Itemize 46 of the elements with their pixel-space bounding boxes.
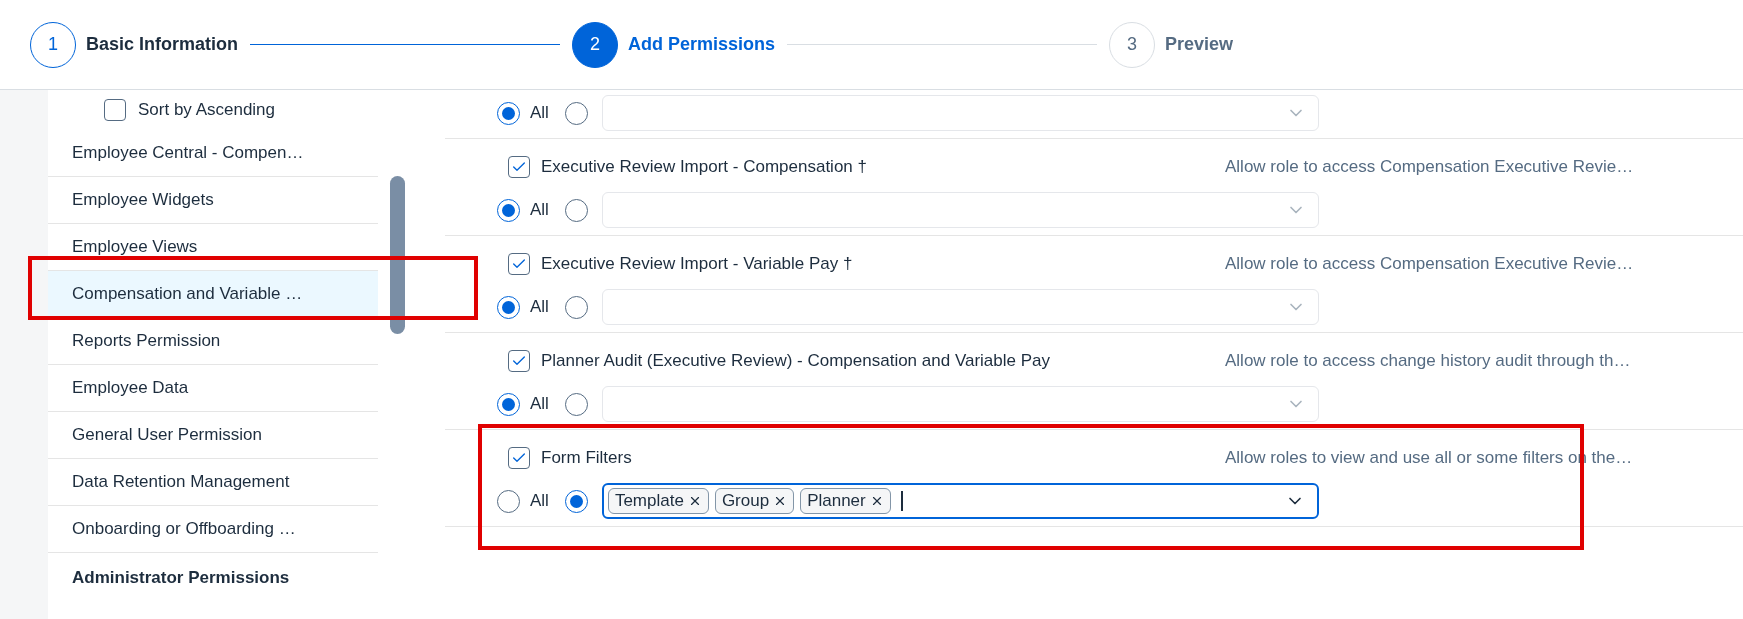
token-chip[interactable]: Template	[607, 488, 709, 514]
radio-button[interactable]	[564, 392, 588, 416]
radio-button[interactable]	[497, 392, 520, 416]
value-field[interactable]	[601, 192, 1319, 228]
permission-title: Planner Audit (Executive Review) - Compensation and Variable Pay	[541, 350, 1050, 373]
value-field[interactable]	[601, 95, 1319, 131]
radio-button[interactable]	[497, 489, 520, 513]
value-field[interactable]	[601, 386, 1319, 422]
permission-description: Allow role to access change history audit through th…	[1225, 350, 1631, 373]
checkbox[interactable]	[508, 156, 530, 178]
radio-button[interactable]	[497, 198, 520, 222]
radio-label: All	[530, 296, 549, 319]
text-cursor	[900, 491, 903, 511]
checkbox[interactable]	[508, 447, 530, 469]
radio-label: All	[530, 102, 549, 125]
value-field[interactable]	[601, 289, 1319, 325]
radio-button[interactable]	[564, 101, 588, 125]
scrollbar-thumb[interactable]	[390, 176, 405, 334]
sidebar-item[interactable]: Compensation and Variable …	[48, 271, 378, 318]
step-label: Basic Information	[86, 33, 239, 56]
step-label: Preview	[1164, 33, 1233, 56]
step-number[interactable]: 3	[1108, 21, 1155, 68]
radio-button[interactable]	[497, 295, 520, 319]
token-chip[interactable]: Planner	[800, 488, 891, 514]
token-chip[interactable]: Group	[714, 488, 795, 514]
radio-button[interactable]	[564, 198, 588, 222]
permission-description: Allow role to access Compensation Executive Revie…	[1225, 253, 1634, 276]
radio-button[interactable]	[497, 101, 520, 125]
step-number[interactable]: 2	[571, 21, 618, 68]
permission-title: Executive Review Import - Compensation †	[541, 156, 867, 179]
permission-description: Allow role to access Compensation Executive Revie…	[1225, 156, 1634, 179]
step-number[interactable]: 1	[30, 21, 76, 68]
section-heading: Administrator Permissions	[71, 567, 291, 589]
sort-label: Sort by Ascending	[138, 99, 276, 122]
radio-button[interactable]	[564, 489, 588, 513]
checkbox[interactable]	[508, 253, 530, 275]
value-field[interactable]: Template Group Planner	[601, 483, 1319, 519]
checkbox[interactable]	[104, 99, 126, 121]
checkbox[interactable]	[508, 350, 530, 372]
permission-title: Executive Review Import - Variable Pay †	[541, 253, 853, 276]
radio-label: All	[530, 199, 549, 222]
permission-title: Form Filters	[541, 447, 632, 470]
radio-label: All	[530, 393, 549, 416]
radio-label: All	[530, 490, 549, 513]
radio-button[interactable]	[564, 295, 588, 319]
step-label: Add Permissions	[627, 33, 775, 56]
